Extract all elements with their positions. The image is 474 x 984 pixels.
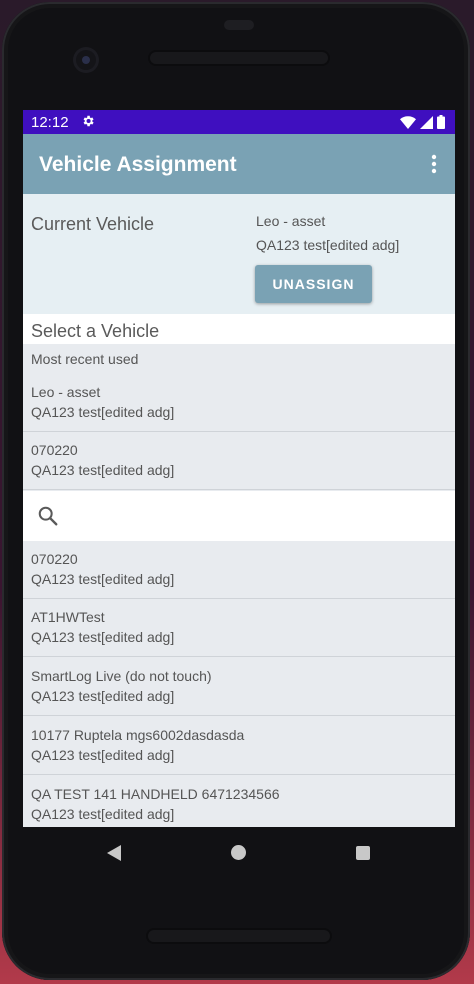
search-icon — [38, 506, 58, 526]
navigation-bar — [23, 827, 455, 879]
vehicle-subtitle: QA123 test[edited adg] — [31, 629, 175, 645]
vehicle-subtitle: QA123 test[edited adg] — [31, 688, 175, 704]
vehicle-subtitle: QA123 test[edited adg] — [31, 462, 175, 478]
top-sensor — [224, 20, 254, 30]
top-speaker — [150, 52, 328, 64]
vehicle-name: 070220 — [31, 442, 78, 458]
search-bar — [23, 491, 455, 541]
vehicle-name: QA TEST 141 HANDHELD 6471234566 — [31, 786, 280, 802]
wifi-icon — [400, 115, 416, 129]
vehicle-subtitle: QA123 test[edited adg] — [31, 571, 175, 587]
back-icon[interactable] — [105, 844, 123, 862]
vehicle-subtitle: QA123 test[edited adg] — [31, 806, 175, 822]
app-bar: Vehicle Assignment — [23, 134, 455, 194]
vehicle-list-item[interactable]: QA TEST 141 HANDHELD 6471234566 QA123 te… — [23, 776, 455, 827]
page-title: Vehicle Assignment — [39, 153, 237, 176]
recent-vehicle-item[interactable]: Leo - asset QA123 test[edited adg] — [23, 374, 455, 432]
signal-icon — [420, 115, 433, 129]
recents-icon[interactable] — [356, 846, 370, 860]
search-input[interactable] — [73, 501, 437, 533]
current-vehicle-subtitle: QA123 test[edited adg] — [256, 237, 400, 253]
vehicle-name: AT1HWTest — [31, 609, 105, 625]
select-vehicle-header: Select a Vehicle — [23, 314, 455, 344]
front-camera — [76, 50, 96, 70]
vehicle-list-item[interactable]: 10177 Ruptela mgs6002dasdasda QA123 test… — [23, 717, 455, 775]
status-icons — [400, 115, 445, 129]
app-screen: 12:12 Vehicle Assignment Current Vehicle… — [23, 110, 455, 827]
unassign-button[interactable]: UNASSIGN — [255, 265, 372, 303]
recent-vehicle-item[interactable]: 070220 QA123 test[edited adg] — [23, 432, 455, 490]
vehicle-list-item[interactable]: SmartLog Live (do not touch) QA123 test[… — [23, 658, 455, 716]
battery-icon — [437, 115, 445, 129]
status-time: 12:12 — [31, 114, 69, 131]
current-vehicle-section: Current Vehicle Leo - asset QA123 test[e… — [23, 194, 455, 314]
select-vehicle-title: Select a Vehicle — [31, 321, 160, 341]
recent-used-label: Most recent used — [31, 351, 139, 367]
home-icon[interactable] — [231, 845, 246, 860]
vehicle-name: SmartLog Live (do not touch) — [31, 668, 212, 684]
gear-icon — [83, 115, 94, 127]
status-bar: 12:12 — [23, 110, 455, 134]
vehicle-subtitle: QA123 test[edited adg] — [31, 747, 175, 763]
overflow-menu-icon[interactable] — [431, 154, 437, 174]
current-vehicle-label: Current Vehicle — [31, 214, 155, 234]
bottom-speaker — [148, 930, 330, 942]
vehicle-list-item[interactable]: 070220 QA123 test[edited adg] — [23, 541, 455, 599]
vehicle-name: 070220 — [31, 551, 78, 567]
vehicle-name: Leo - asset — [31, 384, 101, 400]
vehicle-list-item[interactable]: AT1HWTest QA123 test[edited adg] — [23, 599, 455, 657]
current-vehicle-name: Leo - asset — [256, 213, 326, 229]
vehicle-name: 10177 Ruptela mgs6002dasdasda — [31, 727, 245, 743]
vehicle-subtitle: QA123 test[edited adg] — [31, 404, 175, 420]
